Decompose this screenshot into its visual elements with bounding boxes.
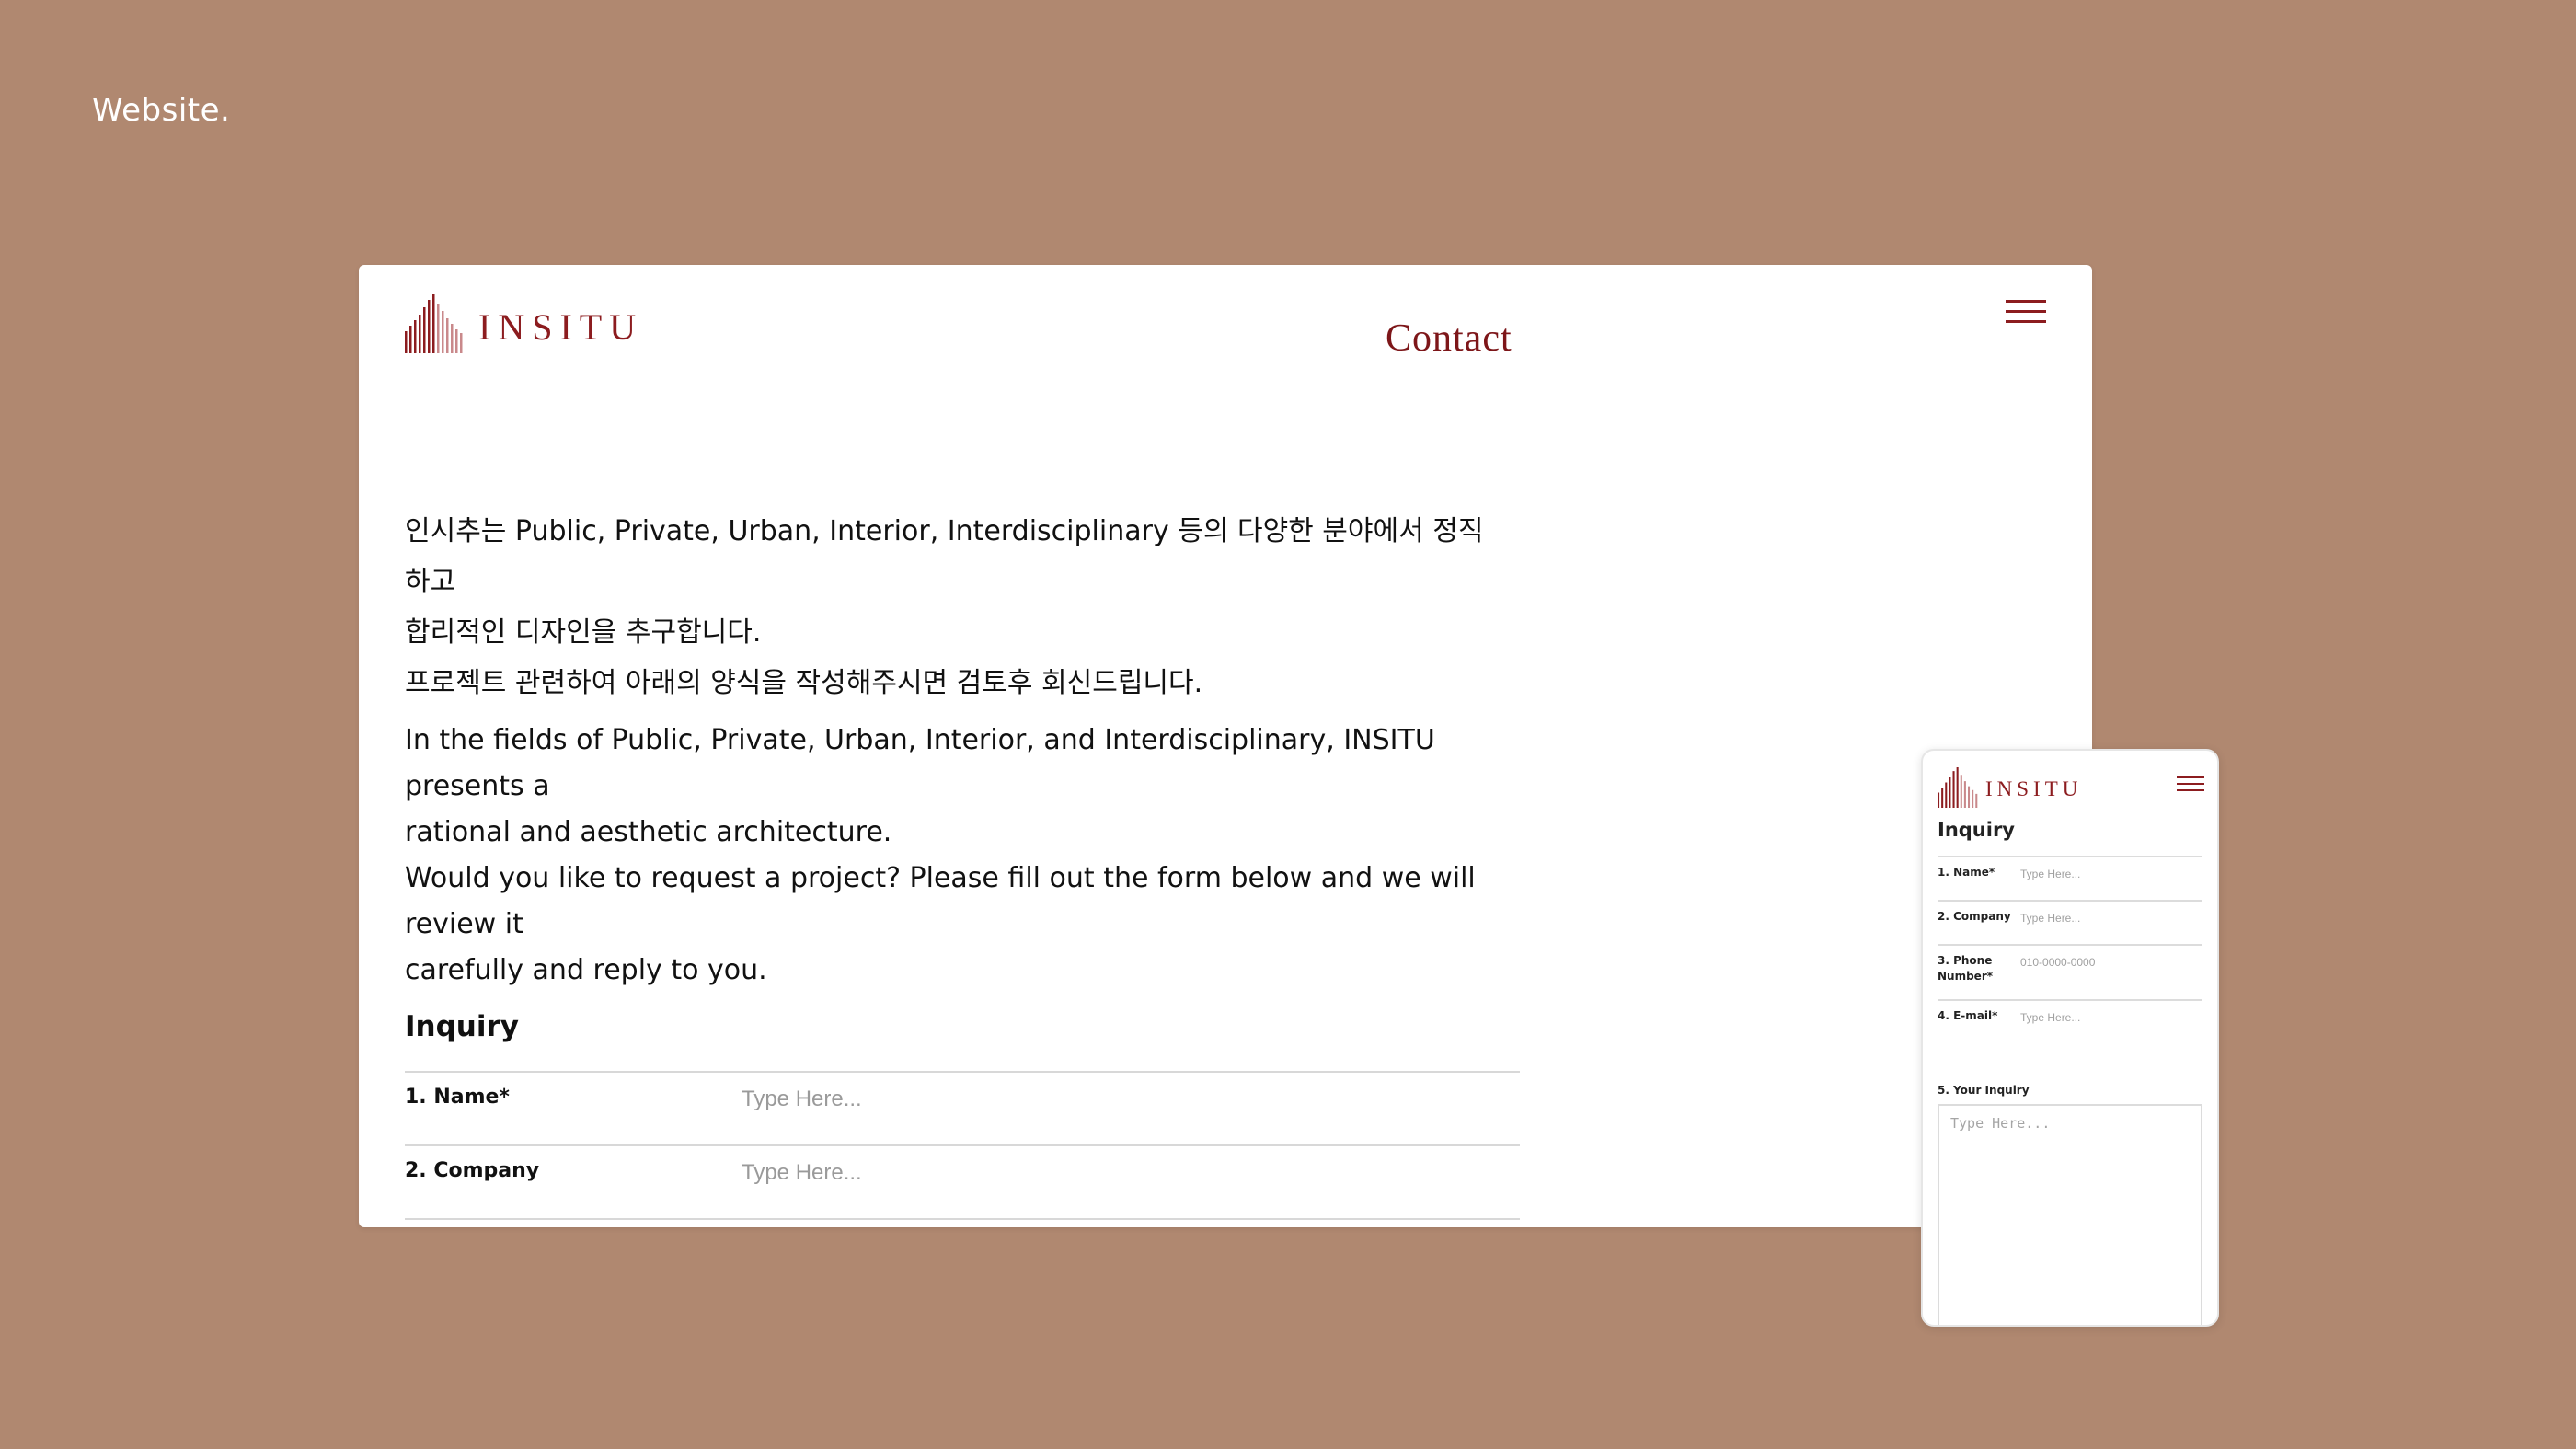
- mobile-form-row-email: 4. E-mail*: [1938, 999, 2202, 1043]
- intro-text-english: In the fields of Public, Private, Urban,…: [405, 718, 1509, 994]
- brand-name: INSITU: [478, 305, 644, 348]
- brand-logo[interactable]: INSITU: [405, 294, 643, 353]
- name-input[interactable]: [740, 1080, 1498, 1119]
- desktop-website-window: INSITU Contact 인시추는 Public, Private, Urb…: [359, 265, 2092, 1227]
- intro-ko-line: 인시추는 Public, Private, Urban, Interior, I…: [405, 515, 1484, 598]
- mobile-inquiry-form: 1. Name* 2. Company 3. Phone Number* 4. …: [1938, 856, 2202, 1043]
- mobile-inquiry-textarea[interactable]: [1938, 1104, 2202, 1325]
- insitu-logo-icon: [1938, 767, 1978, 808]
- page-title: Contact: [1386, 317, 1512, 360]
- form-row-name: 1. Name*: [405, 1071, 1520, 1144]
- insitu-logo-icon: [405, 294, 463, 353]
- inquiry-heading: Inquiry: [405, 1010, 519, 1043]
- slide-label: Website.: [92, 92, 231, 129]
- mobile-name-label: 1. Name*: [1938, 866, 1995, 879]
- hamburger-menu-icon[interactable]: [2006, 300, 2046, 330]
- mobile-website-window: INSITU Inquiry 1. Name* 2. Company 3. Ph…: [1921, 749, 2219, 1327]
- hamburger-menu-icon[interactable]: [2177, 776, 2204, 796]
- intro-ko-line: 합리적인 디자인을 추구합니다.: [405, 616, 762, 649]
- mobile-form-row-name: 1. Name*: [1938, 856, 2202, 900]
- intro-en-line: In the fields of Public, Private, Urban,…: [405, 724, 1435, 802]
- intro-en-line: rational and aesthetic architecture.: [405, 816, 892, 848]
- mobile-inquiry-label: 5. Your Inquiry: [1938, 1084, 2030, 1097]
- mobile-form-row-phone: 3. Phone Number*: [1938, 944, 2202, 999]
- mobile-phone-input[interactable]: [2018, 951, 2197, 973]
- mobile-name-input[interactable]: [2018, 863, 2197, 885]
- intro-text-korean: 인시추는 Public, Private, Urban, Interior, I…: [405, 506, 1509, 708]
- mobile-company-label: 2. Company: [1938, 910, 2011, 923]
- company-label: 2. Company: [405, 1159, 540, 1182]
- mobile-company-input[interactable]: [2018, 907, 2197, 929]
- company-input[interactable]: [740, 1154, 1498, 1192]
- form-row-company: 2. Company: [405, 1144, 1520, 1220]
- intro-en-line: carefully and reply to you.: [405, 954, 767, 986]
- mobile-brand-logo[interactable]: INSITU: [1938, 767, 2082, 808]
- intro-ko-line: 프로젝트 관련하여 아래의 양식을 작성해주시면 검토후 회신드립니다.: [405, 667, 1203, 699]
- mobile-email-input[interactable]: [2018, 1006, 2197, 1029]
- mobile-brand-name: INSITU: [1985, 777, 2083, 800]
- name-label: 1. Name*: [405, 1086, 510, 1109]
- mobile-email-label: 4. E-mail*: [1938, 1009, 1998, 1022]
- mobile-phone-label: 3. Phone Number*: [1938, 954, 1994, 983]
- inquiry-form: 1. Name* 2. Company: [405, 1071, 1520, 1220]
- mobile-form-row-company: 2. Company: [1938, 900, 2202, 944]
- intro-en-line: Would you like to request a project? Ple…: [405, 862, 1476, 940]
- mobile-inquiry-heading: Inquiry: [1938, 819, 2015, 841]
